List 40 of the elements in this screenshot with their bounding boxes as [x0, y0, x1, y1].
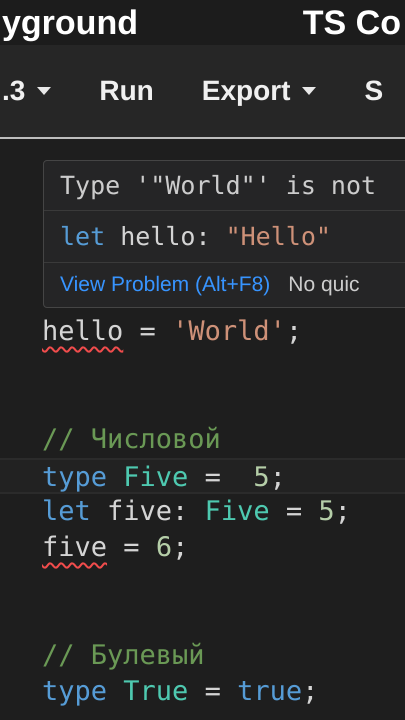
code-token: True: [122, 676, 188, 707]
code-token: true: [237, 676, 302, 707]
signature-token: "Hello": [226, 220, 331, 253]
caret-icon: [37, 87, 52, 95]
header-link[interactable]: TS Co: [302, 6, 401, 40]
code-token: =: [204, 462, 222, 493]
signature-token: let: [60, 220, 106, 253]
quick-fix-note: No quic: [288, 272, 360, 298]
code-token: ;: [172, 532, 188, 563]
code-token: =: [122, 532, 141, 563]
code-token: type: [42, 462, 108, 493]
toolbar-button[interactable]: S: [364, 70, 384, 112]
code-token: =: [204, 676, 222, 707]
code-token: ;: [302, 676, 318, 707]
toolbar-button[interactable]: .3: [2, 70, 52, 112]
code-comment: // Булевый: [42, 640, 205, 671]
code-token: five: [42, 532, 108, 563]
code-token: 5: [318, 496, 335, 527]
code-token: ;: [334, 496, 351, 527]
code-comment: // Числовой: [42, 424, 221, 455]
view-problem-link[interactable]: View Problem (Alt+F8): [60, 269, 270, 301]
code-token: =: [138, 316, 157, 347]
code-token: Five: [204, 496, 270, 527]
code-token: type: [42, 676, 108, 707]
code-token: Five: [122, 462, 188, 493]
error-message: Type '"World"' is not: [60, 170, 376, 202]
code-token: 6: [156, 532, 172, 563]
code-token: =: [284, 496, 304, 527]
code-token: 5: [253, 462, 270, 493]
code-token: five:: [106, 496, 190, 527]
site-title: yground: [2, 6, 138, 40]
code-token: let: [42, 496, 91, 527]
toolbar-button[interactable]: Run: [99, 70, 154, 112]
code-token: hello: [42, 316, 124, 347]
caret-icon: [302, 87, 316, 95]
toolbar-button[interactable]: Export: [202, 70, 316, 112]
code-token: ;: [270, 462, 286, 493]
code-token: 'World': [172, 316, 286, 347]
code-token: ;: [286, 316, 302, 347]
signature-token: hello:: [119, 220, 212, 253]
